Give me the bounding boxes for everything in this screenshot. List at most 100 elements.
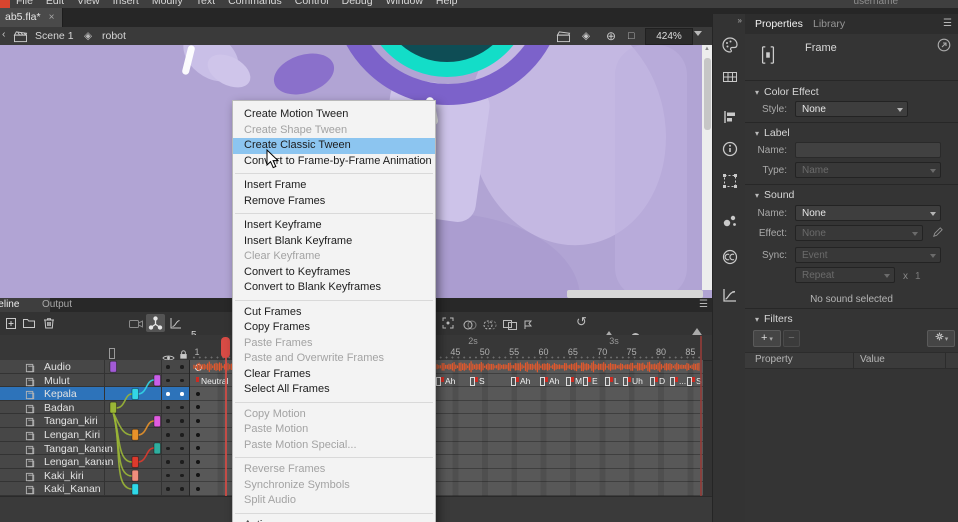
breadcrumb-scene[interactable]: Scene 1: [35, 30, 74, 42]
back-chevron-icon[interactable]: ‹: [2, 28, 6, 40]
motion-editor-icon[interactable]: [721, 286, 739, 304]
layer-lock-dot[interactable]: [180, 474, 184, 478]
expand-panels-icon[interactable]: »: [738, 16, 742, 25]
menu-item-convert-to-keyframes[interactable]: Convert to Keyframes: [233, 265, 435, 281]
menu-insert[interactable]: Insert: [113, 0, 139, 7]
transform-icon[interactable]: [721, 172, 739, 190]
close-tab-icon[interactable]: ×: [49, 12, 55, 23]
modify-markers-icon[interactable]: [522, 318, 536, 332]
layer-visibility-dot[interactable]: [166, 460, 170, 464]
account-label[interactable]: username: [854, 0, 898, 7]
layer-lock-dot[interactable]: [180, 433, 184, 437]
layer-visibility-dot[interactable]: [166, 419, 170, 423]
keyframe-dot[interactable]: [196, 419, 200, 423]
menu-help[interactable]: Help: [436, 0, 458, 7]
menu-item-insert-blank-keyframe[interactable]: Insert Blank Keyframe: [233, 234, 435, 250]
layer-visibility-dot[interactable]: [166, 447, 170, 451]
menu-control[interactable]: Control: [295, 0, 329, 7]
playhead[interactable]: [221, 337, 230, 358]
breadcrumb-symbol[interactable]: robot: [102, 30, 126, 42]
new-layer-icon[interactable]: [4, 316, 18, 330]
layer-visibility-dot[interactable]: [166, 392, 170, 396]
menu-view[interactable]: View: [77, 0, 100, 7]
keyframe-dot[interactable]: [196, 460, 200, 464]
tab-properties[interactable]: Properties: [755, 18, 803, 30]
keyframe-dot[interactable]: [196, 405, 200, 409]
layer-visibility-dot[interactable]: [166, 379, 170, 383]
layer-visibility-dot[interactable]: [166, 406, 170, 410]
label-name-input[interactable]: [795, 142, 941, 158]
panel-menu-icon[interactable]: ☰: [699, 299, 708, 310]
onion-skin-icon[interactable]: [462, 318, 476, 332]
color-icon[interactable]: [721, 36, 739, 54]
zoom-level-select[interactable]: 424%: [645, 28, 693, 45]
stage-vertical-scrollbar[interactable]: ▲: [702, 45, 712, 290]
menu-edit[interactable]: Edit: [46, 0, 64, 7]
section-label[interactable]: ▾Label: [755, 127, 790, 139]
chevron-down-icon[interactable]: [694, 31, 702, 40]
layer-visibility-dot[interactable]: [166, 474, 170, 478]
menu-item-actions[interactable]: Actions: [233, 518, 435, 522]
layer-lock-dot[interactable]: [180, 365, 184, 369]
new-folder-icon[interactable]: [22, 316, 36, 330]
camera-icon[interactable]: [128, 317, 142, 331]
graph-editor-icon[interactable]: [169, 316, 183, 330]
menu-item-insert-keyframe[interactable]: Insert Keyframe: [233, 218, 435, 234]
layer-visibility-dot[interactable]: [166, 433, 170, 437]
layer-lock-dot[interactable]: [180, 392, 184, 396]
layer-lock-dot[interactable]: [180, 419, 184, 423]
menu-item-convert-to-blank-keyframes[interactable]: Convert to Blank Keyframes: [233, 280, 435, 296]
layer-lock-dot[interactable]: [180, 406, 184, 410]
layer-lock-dot[interactable]: [180, 487, 184, 491]
layer-lock-dot[interactable]: [180, 379, 184, 383]
edit-multiple-frames-icon[interactable]: [502, 318, 516, 332]
brushes-icon[interactable]: [721, 212, 739, 230]
sound-name-select[interactable]: None: [795, 205, 941, 221]
style-select[interactable]: None: [795, 101, 908, 117]
center-stage-icon[interactable]: ⊕: [606, 29, 616, 43]
scroll-up-icon[interactable]: ▲: [704, 46, 710, 52]
stage-horizontal-scrollbar[interactable]: [567, 290, 703, 298]
menu-file[interactable]: File: [16, 0, 33, 7]
layer-visibility-dot[interactable]: [166, 487, 170, 491]
menu-item-create-classic-tween[interactable]: Create Classic Tween: [233, 138, 435, 154]
center-frame-icon[interactable]: [441, 316, 455, 330]
menu-commands[interactable]: Commands: [228, 0, 282, 7]
menu-item-insert-frame[interactable]: Insert Frame: [233, 178, 435, 194]
layer-lock-dot[interactable]: [180, 447, 184, 451]
tab-library[interactable]: Library: [813, 18, 845, 30]
delete-layer-icon[interactable]: [42, 316, 56, 330]
empty-keyframe-icon[interactable]: [195, 364, 202, 371]
menu-modify[interactable]: Modify: [152, 0, 183, 7]
keyframe-dot[interactable]: [196, 392, 200, 396]
scrollbar-thumb[interactable]: [704, 58, 711, 130]
layer-parenting-toggle-icon[interactable]: [146, 314, 165, 332]
loop-playback-icon[interactable]: ↺: [576, 314, 587, 330]
menu-debug[interactable]: Debug: [342, 0, 373, 7]
panel-menu-icon[interactable]: ☰: [943, 18, 952, 29]
onion-skin-outlines-icon[interactable]: [482, 318, 496, 332]
keyframe-dot[interactable]: [196, 487, 200, 491]
keyframe-dot[interactable]: [196, 433, 200, 437]
document-tab[interactable]: ab5.fla*×: [0, 8, 63, 27]
keyframe-dot[interactable]: [196, 473, 200, 477]
layer-visibility-dot[interactable]: [166, 365, 170, 369]
section-color-effect[interactable]: ▾Color Effect: [755, 86, 819, 98]
tab-output[interactable]: Output: [32, 298, 82, 312]
swatches-icon[interactable]: [721, 68, 739, 86]
edit-symbols-icon[interactable]: ◈: [582, 30, 590, 42]
menu-item-convert-to-frame-by-frame-animation[interactable]: Convert to Frame-by-Frame Animation›: [233, 154, 435, 170]
clip-content-icon[interactable]: □: [628, 30, 634, 42]
cc-libraries-icon[interactable]: [721, 248, 739, 266]
menu-item-cut-frames[interactable]: Cut Frames: [233, 305, 435, 321]
section-filters[interactable]: ▾Filters: [755, 313, 793, 325]
app-logo-icon[interactable]: [0, 0, 10, 8]
help-icon[interactable]: [937, 38, 951, 57]
menu-item-create-motion-tween[interactable]: Create Motion Tween: [233, 107, 435, 123]
info-icon[interactable]: [721, 140, 739, 158]
menu-item-remove-frames[interactable]: Remove Frames: [233, 194, 435, 210]
menu-window[interactable]: Window: [386, 0, 423, 7]
filter-options-button[interactable]: ▾: [927, 330, 955, 347]
menu-item-clear-frames[interactable]: Clear Frames: [233, 367, 435, 383]
section-sound[interactable]: ▾Sound: [755, 189, 794, 201]
